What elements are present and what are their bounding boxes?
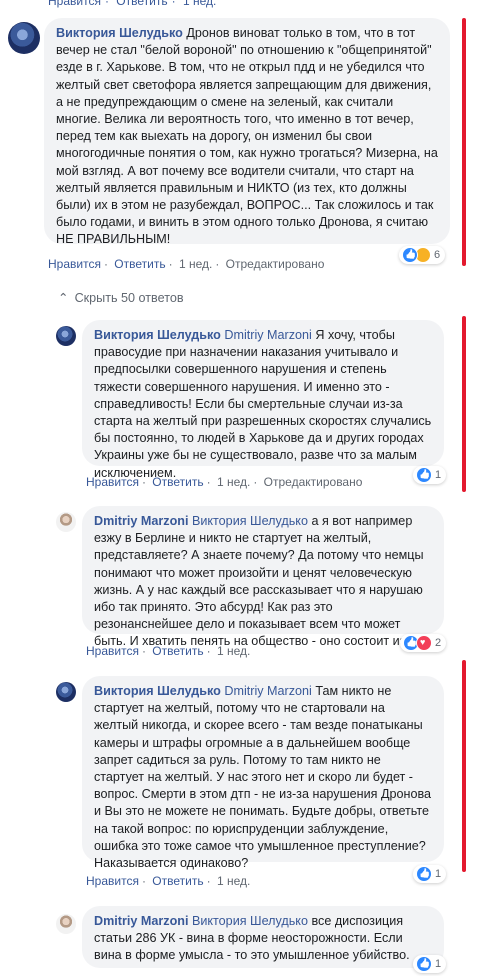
timestamp: 1 нед. [182,0,217,8]
reply-text: Я хочу, чтобы правосудие при назначении … [94,328,432,480]
like-reaction-icon [416,866,432,882]
like-reaction-icon [416,956,432,972]
reply-bubble: Dmitriy Marzoni Виктория Шелудько все ди… [82,906,444,968]
reply-author[interactable]: Dmitriy Marzoni [94,514,188,528]
reactions-badge[interactable]: 2 [400,634,447,652]
reply-link[interactable]: Ответить [152,475,203,489]
timestamp[interactable]: 1 нед. [179,257,212,271]
red-marker [462,316,466,492]
edited-label[interactable]: Отредактировано [226,257,325,271]
reactions-count: 2 [435,637,442,649]
reply-mention[interactable]: Виктория Шелудько [192,914,308,928]
reactions-count: 1 [435,469,442,481]
like-reaction-icon [402,247,418,263]
like-link[interactable]: Нравится [86,874,139,888]
reactions-badge[interactable]: 1 [413,865,447,883]
reply-actions: Нравится · Ответить · 1 нед. [86,874,251,888]
chevron-up-icon: ⌃ [58,291,69,305]
reactions-badge[interactable]: 6 [399,246,446,264]
reactions-count: 1 [435,868,442,880]
reactions-count: 1 [435,958,442,970]
reply-actions: Нравится · Ответить · 1 нед. [86,644,251,658]
reply-link[interactable]: Ответить [114,257,165,271]
reply-link[interactable]: Ответить [152,644,203,658]
avatar[interactable] [8,22,40,54]
like-link[interactable]: Нравится [86,475,139,489]
timestamp[interactable]: 1 нед. [217,644,250,658]
comment-author[interactable]: Виктория Шелудько [56,26,183,40]
reply-actions: Нравится · Ответить · 1 нед. · Отредактиров… [86,475,363,489]
reply-author[interactable]: Виктория Шелудько [94,328,221,342]
hide-replies-link[interactable]: ⌃ Скрыть 50 ответов [58,290,184,305]
like-reaction-icon [416,467,432,483]
comment-actions: Нравится · Ответить · 1 нед. · Отредактиров… [48,257,325,271]
timestamp[interactable]: 1 нед. [217,475,250,489]
reply-link[interactable]: Ответить [116,0,167,8]
previous-comment-actions: Нравится · Ответить · 1 нед. [48,0,220,8]
reply-author[interactable]: Dmitriy Marzoni [94,914,188,928]
avatar[interactable] [56,326,76,346]
avatar[interactable] [56,512,76,532]
reply-mention[interactable]: Виктория Шелудько [192,514,308,528]
reply-bubble: Виктория Шелудько Dmitriy Marzoni Я хочу… [82,320,444,480]
red-marker [462,18,466,266]
reply-author[interactable]: Виктория Шелудько [94,684,221,698]
reply-text: а я вот например езжу в Берлине и никто … [94,514,430,649]
reply-bubble: Dmitriy Marzoni Виктория Шелудько а я во… [82,506,444,648]
comment-bubble: Виктория Шелудько Дронов виноват только … [44,18,450,247]
like-link[interactable]: Нравится [86,644,139,658]
reactions-badge[interactable]: 1 [413,955,447,973]
avatar[interactable] [56,682,76,702]
red-marker [462,660,466,872]
comment-text: Дронов виноват только в том, что в тот в… [56,26,438,247]
reactions-count: 6 [434,249,441,261]
reply-link[interactable]: Ответить [152,874,203,888]
reactions-badge[interactable]: 1 [413,466,447,484]
reply-text: Там никто не стартует на желтый, потому … [94,684,432,871]
reply-mention[interactable]: Dmitriy Marzoni [224,328,311,342]
reply-bubble: Виктория Шелудько Dmitriy Marzoni Там ни… [82,676,444,870]
hide-replies-label: Скрыть 50 ответов [74,291,184,305]
love-reaction-icon [416,635,432,651]
avatar[interactable] [56,914,76,934]
like-link[interactable]: Нравится [48,0,101,8]
like-link[interactable]: Нравится [48,257,101,271]
reply-mention[interactable]: Dmitriy Marzoni [224,684,311,698]
edited-label[interactable]: Отредактировано [264,475,363,489]
timestamp[interactable]: 1 нед. [217,874,250,888]
